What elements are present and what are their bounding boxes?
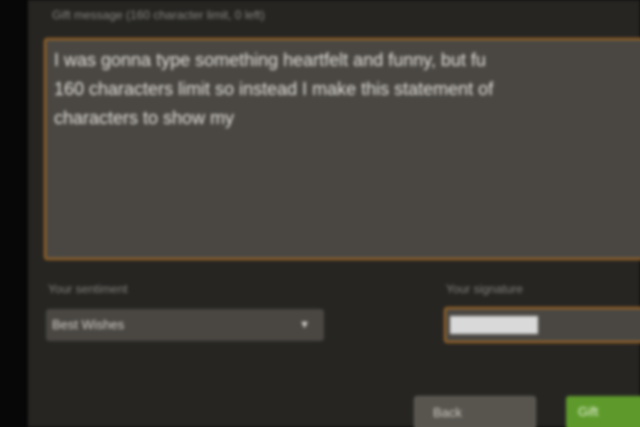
signature-selection-highlight xyxy=(450,316,538,334)
back-button[interactable]: Back xyxy=(414,396,536,427)
sentiment-label: Your sentiment xyxy=(48,282,128,296)
chevron-down-icon: ▼ xyxy=(299,319,310,331)
message-label: Gift message (160 character limit, 0 lef… xyxy=(52,8,265,22)
send-gift-button[interactable]: Gift xyxy=(566,396,640,427)
sentiment-selected-value: Best Wishes xyxy=(52,317,125,332)
signature-label: Your signature xyxy=(446,282,523,296)
left-edge xyxy=(0,0,28,427)
sentiment-select[interactable]: Best Wishes ▼ xyxy=(46,309,324,341)
message-textarea[interactable]: I was gonna type something heartfelt and… xyxy=(44,38,640,260)
signature-input[interactable] xyxy=(444,307,640,343)
gift-message-dialog: Gift message (160 character limit, 0 lef… xyxy=(0,0,640,427)
message-panel: Gift message (160 character limit, 0 lef… xyxy=(28,0,640,427)
